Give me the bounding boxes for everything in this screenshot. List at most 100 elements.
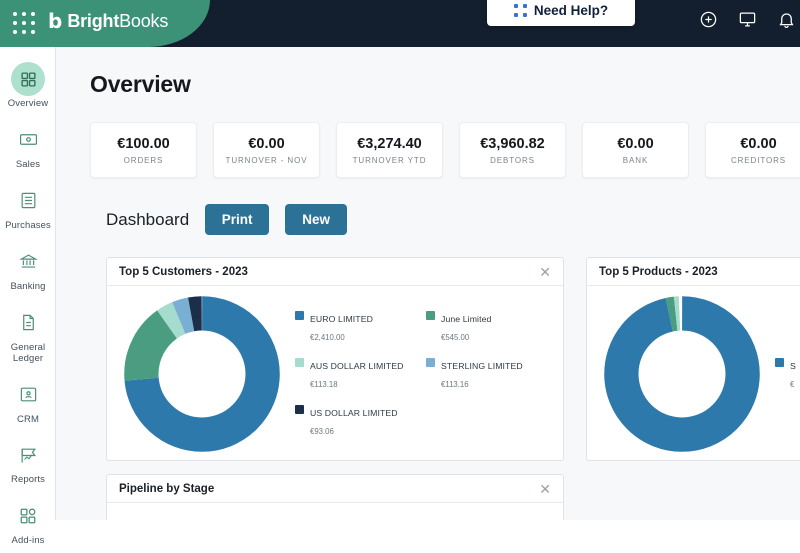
- need-help-button[interactable]: Need Help?: [487, 0, 635, 26]
- grid-squares-icon: [11, 62, 45, 96]
- kpi-card-turnover-nov[interactable]: €0.00 TURNOVER - NOV: [213, 122, 320, 178]
- sidebar-item-add-ins[interactable]: Add-ins: [0, 492, 56, 553]
- sidebar-label-purchases: Purchases: [5, 219, 51, 231]
- kpi-label: TURNOVER - NOV: [225, 155, 308, 165]
- legend-item[interactable]: US DOLLAR LIMITED €93.06: [295, 403, 426, 439]
- sidebar-label-overview: Overview: [7, 98, 49, 109]
- legend-swatch: [295, 404, 304, 414]
- logo-text-light: Books: [119, 11, 169, 31]
- sidebar-label-add-ins: Add-ins: [11, 535, 45, 547]
- legend-label: EURO LIMITED: [310, 313, 373, 324]
- donut-svg: [124, 295, 280, 452]
- chart-flag-icon: [11, 438, 45, 472]
- kpi-card-orders[interactable]: €100.00 ORDERS: [90, 122, 197, 178]
- legend-item[interactable]: June Limited €545.00: [426, 309, 557, 345]
- legend-value: €: [790, 379, 795, 389]
- widget-header: Pipeline by Stage ✕: [107, 475, 563, 503]
- legend-value: €93.06: [310, 426, 334, 436]
- app-launcher-icon[interactable]: [13, 12, 37, 36]
- bell-icon[interactable]: [777, 10, 796, 34]
- help-dots-icon: [513, 3, 527, 17]
- legend-label: June Limited: [441, 313, 492, 324]
- dashboard-widget-row: Top 5 Customers - 2023 ✕ EURO LIMITED €2…: [106, 257, 800, 461]
- widget-title: Top 5 Products - 2023: [599, 265, 718, 278]
- legend-value: €113.16: [441, 379, 469, 389]
- sidebar-label-banking: Banking: [10, 280, 46, 292]
- kpi-value: €3,960.82: [480, 135, 545, 152]
- kpi-card-bank[interactable]: €0.00 BANK: [582, 122, 689, 178]
- legend-swatch: [426, 310, 435, 320]
- customers-donut-chart: [113, 294, 291, 454]
- sidebar-item-banking[interactable]: Banking: [0, 238, 56, 299]
- close-icon[interactable]: ✕: [536, 263, 554, 281]
- kpi-label: TURNOVER YTD: [352, 155, 427, 165]
- widget-top-5-customers: Top 5 Customers - 2023 ✕ EURO LIMITED €2…: [106, 257, 564, 461]
- legend-swatch: [775, 357, 784, 367]
- widget-title: Top 5 Customers - 2023: [119, 265, 248, 278]
- need-help-label: Need Help?: [533, 2, 609, 18]
- products-legend: S € O €: [771, 286, 800, 461]
- sidebar-item-overview[interactable]: Overview: [0, 55, 56, 116]
- add-circle-icon[interactable]: [699, 10, 718, 34]
- kpi-value: €0.00: [617, 135, 654, 152]
- kpi-card-turnover-ytd[interactable]: €3,274.40 TURNOVER YTD: [336, 122, 443, 178]
- legend-item[interactable]: EURO LIMITED €2,410.00: [295, 309, 426, 345]
- sidebar-item-crm[interactable]: CRM: [0, 371, 56, 432]
- logo-mark-icon: b: [48, 9, 63, 33]
- kpi-value: €100.00: [117, 135, 170, 152]
- kpi-value: €3,274.40: [357, 135, 422, 152]
- kpi-label: ORDERS: [123, 155, 164, 165]
- widget-body: EURO LIMITED €2,410.00 June Limited €545…: [107, 286, 563, 461]
- legend-swatch: [295, 357, 304, 367]
- sidebar-label-sales: Sales: [15, 158, 41, 170]
- close-icon[interactable]: ✕: [536, 480, 554, 498]
- legend-label: US DOLLAR LIMITED: [310, 407, 398, 418]
- print-button[interactable]: Print: [205, 204, 270, 235]
- contact-card-icon: [11, 378, 45, 412]
- kpi-card-debtors[interactable]: €3,960.82 DEBTORS: [459, 122, 566, 178]
- document-icon: [11, 306, 45, 340]
- kpi-label: BANK: [622, 155, 649, 165]
- banknote-icon: [11, 123, 45, 157]
- desktop-icon[interactable]: [738, 10, 757, 34]
- widget-title: Pipeline by Stage: [119, 482, 215, 495]
- donut-svg: [604, 295, 760, 452]
- page-title: Overview: [90, 71, 191, 97]
- products-donut-chart: [593, 294, 771, 454]
- legend-item[interactable]: S €: [775, 356, 800, 392]
- sidebar-label-crm: CRM: [17, 413, 39, 425]
- widget-body: S € O €: [587, 286, 800, 461]
- sidebar-item-general-ledger[interactable]: General Ledger: [0, 299, 56, 371]
- legend-item[interactable]: STERLING LIMITED €113.16: [426, 356, 557, 392]
- widget-header: Top 5 Customers - 2023 ✕: [107, 258, 563, 286]
- legend-item[interactable]: AUS DOLLAR LIMITED €113.18: [295, 356, 426, 392]
- sidebar-item-sales[interactable]: Sales: [0, 116, 56, 177]
- legend-label: S: [790, 360, 796, 371]
- sidebar-item-purchases[interactable]: Purchases: [0, 177, 56, 238]
- dashboard-header: Dashboard Print New: [106, 204, 800, 235]
- legend-value: €545.00: [441, 332, 470, 342]
- sidebar-item-reports[interactable]: Reports: [0, 431, 56, 492]
- widget-top-5-products: Top 5 Products - 2023 ✕ S: [586, 257, 800, 461]
- kpi-card-row: €100.00 ORDERS €0.00 TURNOVER - NOV €3,2…: [90, 122, 800, 178]
- sidebar: Overview Sales Purchases Banking General…: [0, 47, 56, 546]
- widget-header: Top 5 Products - 2023 ✕: [587, 258, 800, 286]
- logo-text-bold: Bright: [67, 11, 120, 31]
- widget-pipeline-by-stage: Pipeline by Stage ✕: [106, 474, 564, 520]
- kpi-value: €0.00: [248, 135, 285, 152]
- add-ins-icon: [11, 499, 45, 533]
- customers-legend: EURO LIMITED €2,410.00 June Limited €545…: [291, 286, 557, 461]
- kpi-label: CREDITORS: [730, 155, 787, 165]
- kpi-label: DEBTORS: [490, 155, 535, 165]
- top-bar: b BrightBooks Need Help?: [0, 0, 800, 47]
- top-bar-icons: [699, 10, 800, 34]
- sidebar-label-reports: Reports: [11, 474, 45, 486]
- legend-swatch: [295, 310, 304, 320]
- legend-label: AUS DOLLAR LIMITED: [310, 360, 404, 371]
- brand-logo[interactable]: b BrightBooks: [48, 11, 168, 31]
- legend-label: STERLING LIMITED: [441, 360, 523, 371]
- dashboard-title: Dashboard: [106, 209, 190, 229]
- new-button[interactable]: New: [285, 204, 348, 235]
- bank-icon: [11, 245, 45, 279]
- kpi-card-creditors[interactable]: €0.00 CREDITORS: [705, 122, 800, 178]
